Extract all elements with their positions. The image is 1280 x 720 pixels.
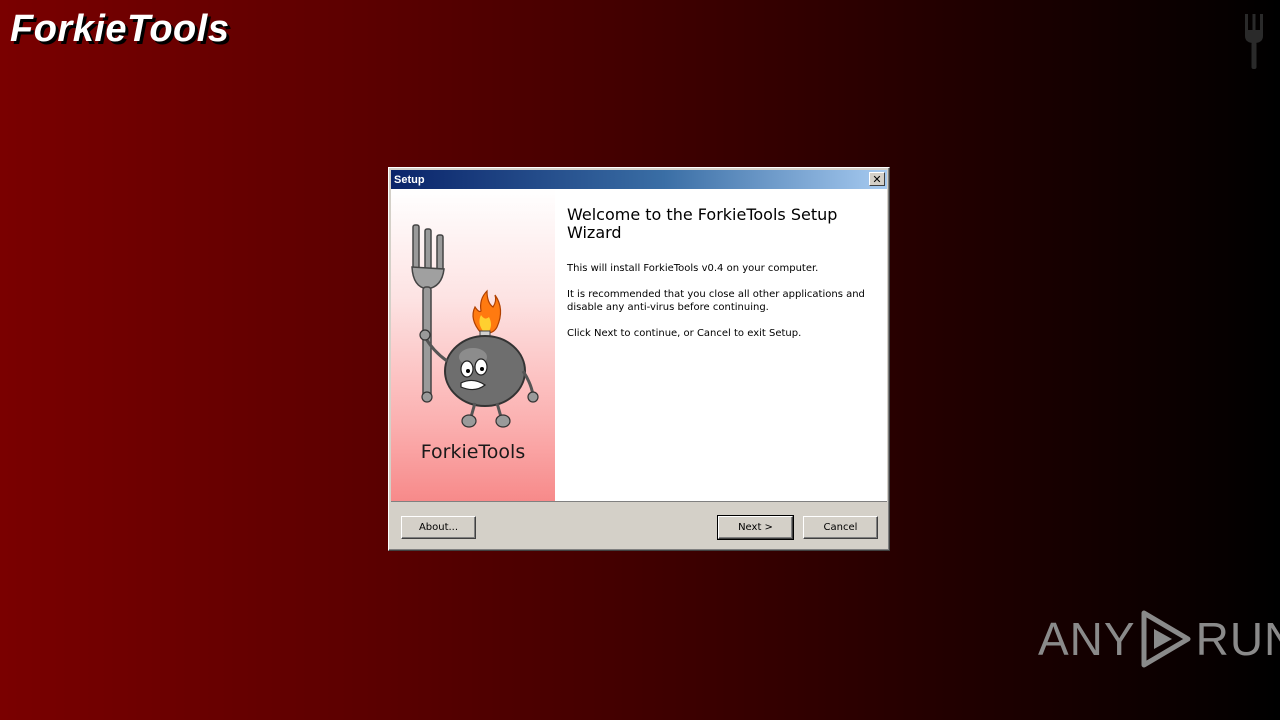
watermark-any: ANY <box>1038 613 1136 665</box>
side-panel-brand: ForkieTools <box>420 441 526 463</box>
app-title: ForkieTools <box>10 8 230 50</box>
setup-dialog: Setup ✕ ForkieTools Welcome to the Forki… <box>388 167 890 551</box>
close-icon: ✕ <box>872 172 882 186</box>
anyrun-watermark: ANY RUN <box>1038 607 1280 671</box>
cancel-button[interactable]: Cancel <box>803 516 878 539</box>
wizard-heading: Welcome to the ForkieTools Setup Wizard <box>567 205 838 242</box>
recommendation-text: It is recommended that you close all oth… <box>567 289 865 313</box>
dialog-title: Setup <box>394 173 425 186</box>
dialog-titlebar[interactable]: Setup ✕ <box>391 170 887 189</box>
forkie-mascot-icon <box>411 224 539 428</box>
close-button[interactable]: ✕ <box>869 172 885 186</box>
play-logo-icon <box>1141 610 1191 668</box>
instruction-text: Click Next to continue, or Cancel to exi… <box>567 328 802 339</box>
watermark-run: RUN <box>1195 613 1280 665</box>
fork-icon <box>1243 14 1265 74</box>
install-info-text: This will install ForkieTools v0.4 on yo… <box>567 263 819 274</box>
about-button[interactable]: About... <box>401 516 476 539</box>
next-button[interactable]: Next > <box>717 515 794 540</box>
wizard-side-panel: ForkieTools <box>391 189 555 501</box>
wizard-content: ForkieTools Welcome to the ForkieTools S… <box>391 189 887 502</box>
